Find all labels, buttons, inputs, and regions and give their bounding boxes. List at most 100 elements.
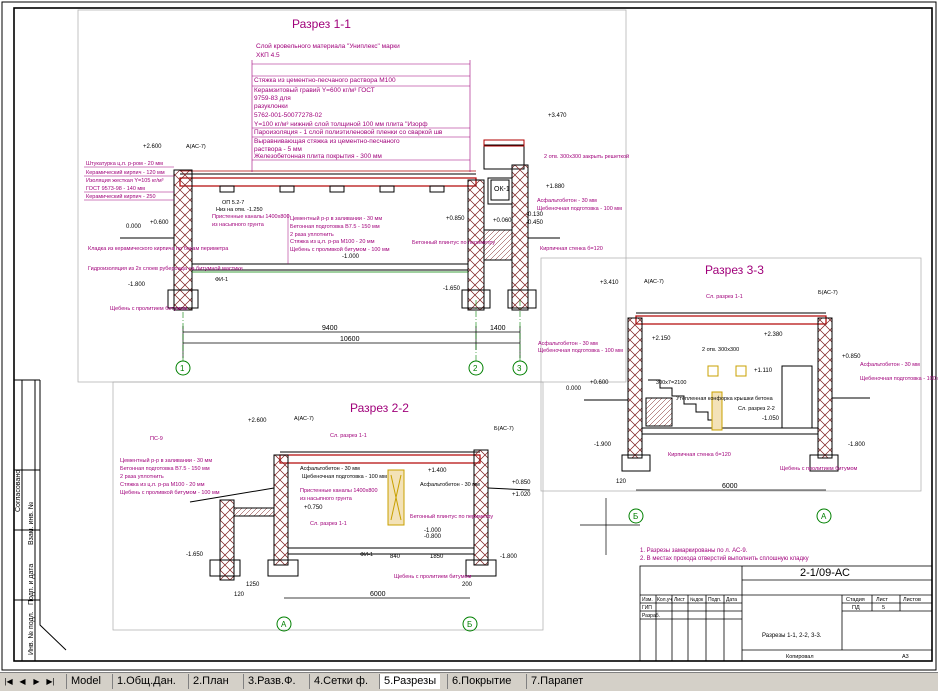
svg-text:ФИ-1: ФИ-1 — [215, 277, 228, 283]
tab-facade[interactable]: 3.Разв.Ф. — [243, 674, 300, 689]
first-tab-icon[interactable]: |◀ — [3, 675, 14, 688]
svg-text:Б(АС-7): Б(АС-7) — [494, 426, 514, 432]
svg-text:120: 120 — [616, 479, 627, 485]
svg-text:ПС-9: ПС-9 — [150, 436, 163, 442]
svg-text:Выравнивающая стяжка из цемент: Выравнивающая стяжка из цементно-песчано… — [254, 138, 400, 145]
svg-text:Б: Б — [633, 512, 638, 521]
svg-text:Копировал: Копировал — [786, 654, 814, 660]
svg-text:Пароизоляция - 1 слой полиэтил: Пароизоляция - 1 слой полиэтиленовой пле… — [254, 128, 443, 136]
svg-text:Стадия: Стадия — [846, 597, 865, 603]
tab-model[interactable]: Model — [66, 674, 105, 689]
svg-text:Стяжка из цементно-песчаного р: Стяжка из цементно-песчаного раствора М1… — [254, 77, 396, 84]
svg-text:-1.800: -1.800 — [128, 282, 146, 288]
svg-text:из насыпного грунта: из насыпного грунта — [212, 222, 265, 228]
tab-general-data[interactable]: 1.Общ.Дан. — [112, 674, 180, 689]
title-block — [639, 565, 933, 662]
stamp-label-replace: Взам. инв. № — [28, 502, 35, 545]
svg-text:Пристенные каналы 1400x800: Пристенные каналы 1400x800 — [300, 488, 378, 494]
svg-text:Стяжка из ц.п. р-ра М100 - 20: Стяжка из ц.п. р-ра М100 - 20 мм — [290, 239, 375, 245]
svg-text:ОП 5.2-7: ОП 5.2-7 — [222, 200, 244, 206]
svg-text:Щебеночная подготовка - 100 мм: Щебеночная подготовка - 100 мм — [302, 474, 387, 480]
side-stamp: Согласовано Инв. № подл. Подп. и дата Вз… — [14, 379, 67, 661]
svg-text:-1.000: -1.000 — [342, 254, 360, 260]
svg-text:Щебень с пролитием битумом: Щебень с пролитием битумом — [780, 466, 858, 472]
svg-text:0.000: 0.000 — [566, 386, 582, 392]
svg-text:300x7=2100: 300x7=2100 — [656, 380, 686, 386]
svg-text:Сл. разрез 1-1: Сл. разрез 1-1 — [310, 521, 347, 527]
stamp-label-agreed: Согласовано — [15, 470, 22, 512]
svg-text:Бетонная подготовка B7.5 - 150: Бетонная подготовка B7.5 - 150 мм — [120, 466, 210, 472]
svg-text:+0.850: +0.850 — [446, 216, 465, 222]
svg-text:2. В местах прохода отверстий: 2. В местах прохода отверстий выполнить … — [640, 555, 809, 562]
last-tab-icon[interactable]: ▶| — [45, 675, 56, 688]
tab-plan[interactable]: 2.План — [188, 674, 233, 689]
svg-text:Бетонный плинтус по периметру: Бетонный плинтус по периметру — [412, 239, 495, 246]
svg-text:Щебень с проливкой битумом - 1: Щебень с проливкой битумом - 100 мм — [290, 246, 390, 253]
svg-text:+2.380: +2.380 — [764, 332, 783, 338]
svg-text:ХКП 4.5: ХКП 4.5 — [256, 52, 280, 59]
svg-text:+0.750: +0.750 — [304, 505, 323, 511]
stamp-label-inv: Инв. № подл. — [28, 611, 35, 655]
svg-text:+0.600: +0.600 — [590, 380, 609, 386]
section-3-3: Разрез 3-3 6000 120 Б А Асфальтобетон - … — [538, 263, 938, 524]
svg-text:Асфальтобетон - 30 мм: Асфальтобетон - 30 мм — [420, 482, 480, 488]
svg-text:Керамзитовый гравий Y=600 кг/м: Керамзитовый гравий Y=600 кг/м³ ГОСТ — [254, 86, 375, 94]
svg-text:ПД: ПД — [852, 605, 860, 611]
svg-text:120: 120 — [234, 592, 245, 598]
svg-text:Листов: Листов — [903, 597, 921, 603]
svg-text:Асфальтобетон - 30 мм: Асфальтобетон - 30 мм — [538, 341, 598, 347]
svg-text:6000: 6000 — [370, 591, 386, 598]
svg-text:9759-83 для: 9759-83 для — [254, 95, 291, 102]
notes: 1. Разрезы замаркированы по л. АС-9. 2. … — [640, 548, 809, 562]
svg-text:+0.850: +0.850 — [842, 354, 861, 360]
svg-text:+1.110: +1.110 — [754, 368, 773, 374]
prev-tab-icon[interactable]: ◀ — [17, 675, 28, 688]
next-tab-icon[interactable]: ▶ — [31, 675, 42, 688]
svg-text:Подп.: Подп. — [708, 597, 721, 603]
drawing-code: 2-1/09-АС — [800, 567, 850, 579]
svg-text:Стяжка из ц.п. р-ра М100 - 20: Стяжка из ц.п. р-ра М100 - 20 мм — [120, 482, 205, 488]
svg-text:200: 200 — [462, 582, 473, 588]
svg-text:Бетонная подготовка B7.5 - 150: Бетонная подготовка B7.5 - 150 мм — [290, 224, 380, 230]
svg-text:2 отв. 300x300: 2 отв. 300x300 — [702, 347, 739, 353]
svg-text:ГИП: ГИП — [642, 605, 652, 611]
layout-tab-bar: |◀ ◀ ▶ ▶| Model 1.Общ.Дан. 2.План 3.Разв… — [0, 672, 938, 691]
svg-text:Низ на отм. -1.250: Низ на отм. -1.250 — [216, 207, 263, 213]
svg-text:Сл. разрез 1-1: Сл. разрез 1-1 — [706, 294, 743, 300]
dim-10600: 10600 — [340, 336, 360, 343]
svg-text:-1.650: -1.650 — [443, 286, 461, 292]
svg-text:Цементный р-р в заливании - 30: Цементный р-р в заливании - 30 мм — [290, 215, 382, 222]
svg-text:А(АС-7): А(АС-7) — [644, 279, 664, 285]
svg-text:-1.050: -1.050 — [762, 416, 780, 422]
svg-text:Дата: Дата — [726, 597, 737, 603]
svg-text:Изоляция жесткая Y=105 кг/м³: Изоляция жесткая Y=105 кг/м³ — [86, 178, 164, 184]
dim-9400: 9400 — [322, 325, 338, 332]
svg-text:Бетонный плинтус по периметру: Бетонный плинтус по периметру — [410, 513, 493, 520]
svg-text:разуклонки: разуклонки — [254, 103, 288, 110]
svg-text:№док: №док — [690, 597, 704, 603]
svg-text:-0.800: -0.800 — [424, 534, 442, 540]
svg-text:+0.060: +0.060 — [493, 218, 512, 224]
svg-text:-0.450: -0.450 — [526, 220, 544, 226]
svg-text:3: 3 — [517, 364, 522, 373]
section-title-2-2: Разрез 2-2 — [350, 401, 409, 415]
tab-parapet[interactable]: 7.Парапет — [526, 674, 587, 689]
svg-text:Железобетонная плита покрытия: Железобетонная плита покрытия - 300 мм — [254, 152, 382, 160]
svg-text:Щебень с проливкой битумом - 1: Щебень с проливкой битумом - 100 мм — [120, 489, 220, 496]
drawing-canvas[interactable]: Согласовано Инв. № подл. Подп. и дата Вз… — [0, 0, 938, 672]
svg-text:ГОСТ 9573-98 - 140 мм: ГОСТ 9573-98 - 140 мм — [86, 186, 145, 192]
svg-text:раствора - 5 мм: раствора - 5 мм — [254, 146, 302, 153]
svg-text:Утепленная конфорка крышки бет: Утепленная конфорка крышки бетона — [676, 396, 774, 402]
svg-text:Лист: Лист — [674, 597, 686, 603]
svg-text:5762-001-50077278-02: 5762-001-50077278-02 — [254, 112, 322, 119]
svg-text:Изм.: Изм. — [642, 597, 653, 603]
svg-text:Y=100 кг/м³ нижний слой толщин: Y=100 кг/м³ нижний слой толщиной 100 мм … — [254, 120, 428, 128]
svg-text:А(АС-7): А(АС-7) — [294, 416, 314, 422]
svg-text:+1.880: +1.880 — [546, 184, 565, 190]
svg-text:+0.600: +0.600 — [150, 220, 169, 226]
tab-roof[interactable]: 6.Покрытие — [447, 674, 515, 689]
svg-text:из насыпного грунта: из насыпного грунта — [300, 496, 353, 502]
tab-sections[interactable]: 5.Разрезы — [379, 674, 441, 689]
tab-grids[interactable]: 4.Сетки ф. — [309, 674, 372, 689]
svg-text:Кол.уч: Кол.уч — [657, 597, 672, 603]
